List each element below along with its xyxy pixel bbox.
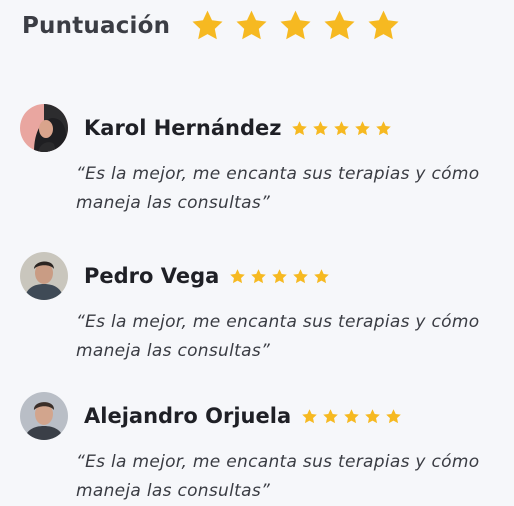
star-icon	[250, 268, 267, 285]
review-card: Pedro Vega “Es la mejor, me encanta sus …	[20, 252, 500, 366]
review-header: Karol Hernández	[20, 104, 500, 152]
star-icon	[312, 120, 329, 137]
review-stars	[229, 268, 334, 285]
star-icon	[292, 268, 309, 285]
review-stars	[301, 408, 406, 425]
review-header: Pedro Vega	[20, 252, 500, 300]
star-icon	[234, 8, 269, 43]
star-icon	[190, 8, 225, 43]
star-icon	[291, 120, 308, 137]
review-text: “Es la mejor, me encanta sus terapias y …	[76, 164, 480, 213]
avatar	[20, 392, 68, 440]
rating-stars	[190, 8, 410, 43]
star-icon	[364, 408, 381, 425]
star-icon	[322, 8, 357, 43]
review-card: Alejandro Orjuela “Es la mejor, me encan…	[20, 392, 500, 506]
reviewer-name: Pedro Vega	[84, 264, 220, 288]
star-icon	[343, 408, 360, 425]
star-icon	[385, 408, 402, 425]
star-icon	[366, 8, 401, 43]
star-icon	[313, 268, 330, 285]
rating-header: Puntuación	[22, 8, 410, 43]
avatar	[20, 252, 68, 300]
star-icon	[271, 268, 288, 285]
review-text: “Es la mejor, me encanta sus terapias y …	[76, 312, 480, 361]
review-text: “Es la mejor, me encanta sus terapias y …	[76, 452, 480, 501]
rating-title: Puntuación	[22, 12, 171, 39]
avatar	[20, 104, 68, 152]
reviewer-name: Karol Hernández	[84, 116, 282, 140]
star-icon	[375, 120, 392, 137]
reviewer-name: Alejandro Orjuela	[84, 404, 292, 428]
star-icon	[229, 268, 246, 285]
star-icon	[301, 408, 318, 425]
star-icon	[333, 120, 350, 137]
review-header: Alejandro Orjuela	[20, 392, 500, 440]
review-card: Karol Hernández “Es la mejor, me encanta…	[20, 104, 500, 218]
review-stars	[291, 120, 396, 137]
star-icon	[278, 8, 313, 43]
star-icon	[354, 120, 371, 137]
star-icon	[322, 408, 339, 425]
